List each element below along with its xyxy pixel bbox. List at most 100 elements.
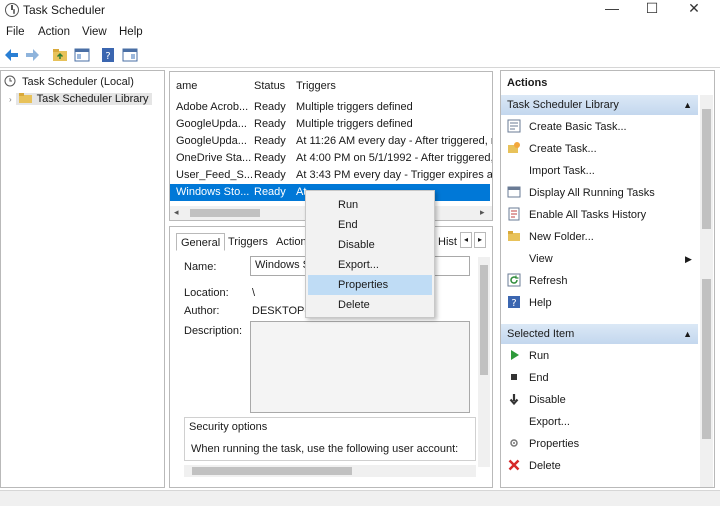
task-name: Windows Sto... [176,186,250,198]
svg-text:?: ? [511,298,516,309]
action-label: Refresh [529,275,568,287]
scroll-thumb[interactable] [702,109,711,229]
action-create-task[interactable]: Create Task... [507,139,597,159]
context-end[interactable]: End [308,215,432,235]
scroll-thumb[interactable] [190,209,260,217]
context-delete[interactable]: Delete [308,295,432,315]
tree-item-task-scheduler-local[interactable]: Task Scheduler (Local) [4,74,134,90]
action-import-task[interactable]: Import Task... [507,161,595,181]
task-status: Ready [254,118,286,130]
expand-chevron-icon[interactable]: › [9,95,12,104]
menu-help[interactable]: Help [119,26,143,38]
task-triggers: At 11:26 AM every day - After triggered,… [296,135,492,147]
title-bar: Task Scheduler — ☐ ✕ [0,0,720,22]
action-new-folder[interactable]: New Folder... [507,227,594,247]
action-label: Delete [529,460,561,472]
show-hide-console-tree-icon[interactable] [74,47,90,63]
action-export[interactable]: Export... [507,412,570,432]
task-triggers: Multiple triggers defined [296,101,413,113]
action-view[interactable]: View [507,249,553,269]
scroll-left-icon[interactable]: ◂ [174,207,179,218]
column-status[interactable]: Status [254,80,285,92]
export-icon [507,414,521,428]
tab-triggers[interactable]: Triggers [224,233,272,251]
task-triggers: Multiple triggers defined [296,118,413,130]
action-properties[interactable]: Properties [507,434,579,454]
table-row[interactable]: User_Feed_S... Ready At 3:43 PM every da… [170,167,492,184]
author-label: Author: [184,305,220,317]
help-icon[interactable]: ? [100,47,116,63]
task-status: Ready [254,135,286,147]
back-arrow-icon[interactable] [4,47,20,63]
action-help[interactable]: ? Help [507,293,552,313]
scroll-right-icon[interactable]: ▸ [480,207,485,218]
up-folder-icon[interactable] [52,47,68,63]
close-button[interactable]: ✕ [674,0,714,18]
task-list-header: ame Status Triggers [170,80,490,98]
scroll-thumb[interactable] [702,279,711,439]
history-icon [508,207,520,221]
task-name: Adobe Acrob... [176,101,249,113]
section-title: Selected Item [507,328,575,340]
task-triggers: At 3:43 PM every day - Trigger expires a… [296,169,492,181]
actions-vertical-scrollbar[interactable] [700,95,713,487]
menu-bar: File Action View Help [0,24,720,42]
submenu-arrow-icon[interactable]: ▶ [685,254,692,265]
action-label: View [529,253,553,265]
maximize-button[interactable]: ☐ [632,0,672,18]
action-run[interactable]: Run [507,346,549,366]
action-disable[interactable]: Disable [507,390,566,410]
task-scheduler-clock-icon [5,3,19,17]
properties-icon [510,439,518,447]
tab-history[interactable]: Hist [434,233,461,251]
scroll-thumb[interactable] [480,265,488,375]
tab-scroll-right-icon[interactable]: ▸ [474,232,486,248]
action-label: Import Task... [529,165,595,177]
section-task-scheduler-library[interactable]: Task Scheduler Library ▲ [501,95,698,115]
forward-arrow-icon[interactable] [24,47,40,63]
show-hide-action-pane-icon[interactable] [122,47,138,63]
collapse-caret-icon[interactable]: ▲ [683,95,692,115]
context-disable[interactable]: Disable [308,235,432,255]
context-run[interactable]: Run [308,195,432,215]
action-end[interactable]: End [507,368,549,388]
refresh-icon [507,273,521,287]
tab-general[interactable]: General [176,233,226,251]
action-create-basic-task[interactable]: Create Basic Task... [507,117,627,137]
tree-label-library: Task Scheduler Library [36,93,149,105]
table-row[interactable]: OneDrive Sta... Ready At 4:00 PM on 5/1/… [170,150,492,167]
action-enable-tasks-history[interactable]: Enable All Tasks History [507,205,646,225]
folder-icon [508,231,520,241]
task-status: Ready [254,169,286,181]
context-properties[interactable]: Properties [308,275,432,295]
description-field[interactable] [250,321,470,413]
minimize-button[interactable]: — [592,0,632,18]
delete-icon [508,459,520,471]
name-label: Name: [184,261,217,273]
menu-view[interactable]: View [82,26,107,38]
tab-scroll-left-icon[interactable]: ◂ [460,232,472,248]
detail-vertical-scrollbar[interactable] [478,257,490,467]
action-display-running-tasks[interactable]: Display All Running Tasks [507,183,655,203]
menu-file[interactable]: File [6,26,25,38]
detail-horizontal-scrollbar[interactable] [184,465,476,477]
scroll-thumb[interactable] [192,467,352,475]
table-row[interactable]: Adobe Acrob... Ready Multiple triggers d… [170,99,490,116]
table-row[interactable]: GoogleUpda... Ready Multiple triggers de… [170,116,490,133]
action-delete[interactable]: Delete [507,456,561,476]
section-selected-item[interactable]: Selected Item ▲ [501,324,698,344]
column-name[interactable]: ame [176,80,252,92]
collapse-caret-icon[interactable]: ▲ [683,324,692,344]
disable-icon [509,394,519,406]
end-icon [511,374,517,380]
action-label: Enable All Tasks History [529,209,647,221]
column-triggers[interactable]: Triggers [296,80,492,92]
context-export[interactable]: Export... [308,255,432,275]
tree-item-task-scheduler-library[interactable]: › Task Scheduler Library [9,91,152,107]
task-name: GoogleUpda... [176,135,247,147]
toolbar: ? [0,44,720,68]
action-label: Help [529,297,552,309]
action-refresh[interactable]: Refresh [507,271,568,291]
table-row[interactable]: GoogleUpda... Ready At 11:26 AM every da… [170,133,492,150]
menu-action[interactable]: Action [38,26,70,38]
